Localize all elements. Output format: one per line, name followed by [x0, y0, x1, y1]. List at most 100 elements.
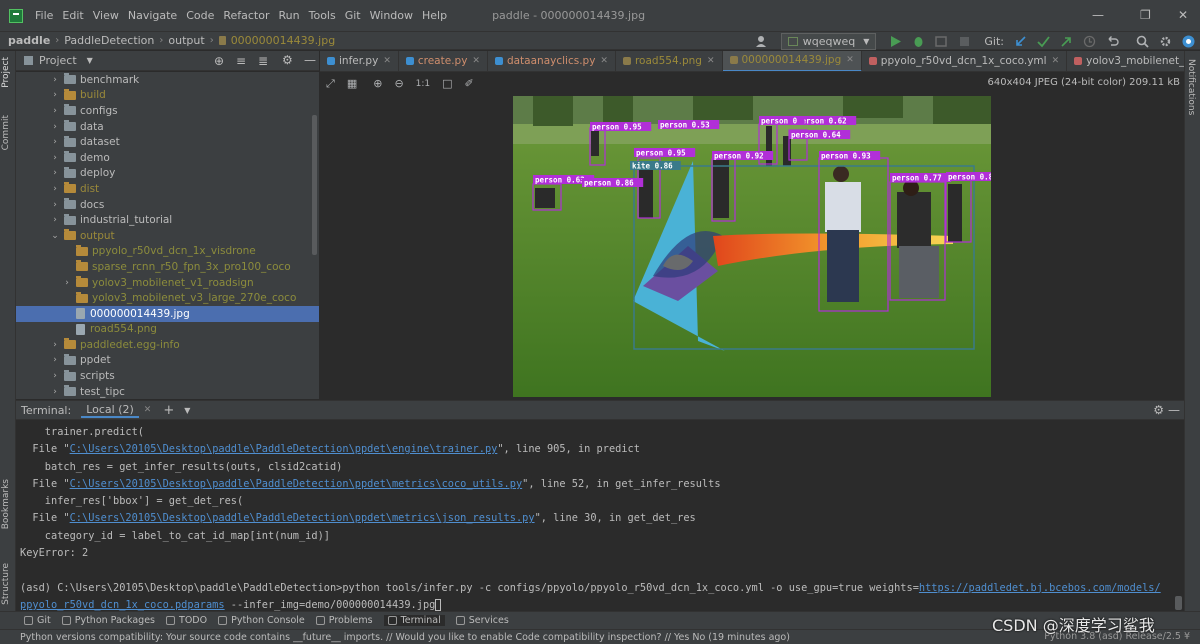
hide-panel-icon[interactable]: — — [304, 53, 316, 67]
close-icon[interactable]: ✕ — [1178, 8, 1188, 22]
side-tab-structure[interactable]: Structure — [1, 563, 11, 605]
chevron-down-icon[interactable]: ▼ — [184, 406, 190, 415]
close-icon[interactable]: ✕ — [383, 56, 391, 66]
editor-tab[interactable]: 000000014439.jpg ✕ — [722, 51, 862, 71]
terminal-file-link[interactable]: C:\Users\20105\Desktop\paddle\PaddleDete… — [70, 478, 523, 490]
editor-tab[interactable]: infer.py ✕ — [320, 51, 399, 71]
chevron-down-icon[interactable]: ▼ — [87, 56, 93, 65]
tree-item[interactable]: 000000014439.jpg — [16, 305, 319, 322]
menu-view[interactable]: View — [93, 9, 119, 22]
gear-icon[interactable]: ⚙ — [1153, 403, 1164, 417]
editor-tab[interactable]: ppyolo_r50vd_dcn_1x_coco.yml ✕ — [862, 51, 1068, 71]
expand-all-icon[interactable]: ≡ — [236, 54, 246, 68]
close-icon[interactable]: ✕ — [1052, 56, 1060, 66]
terminal-output[interactable]: trainer.predict( File "C:\Users\20105\De… — [16, 421, 1184, 611]
chevron-right-icon[interactable]: › — [50, 184, 60, 194]
tool-window-services[interactable]: Services — [455, 615, 509, 626]
stop-icon[interactable] — [958, 35, 971, 48]
chevron-right-icon[interactable]: › — [62, 278, 72, 288]
project-panel-title[interactable]: Project — [39, 54, 77, 67]
minimize-icon[interactable]: — — [1092, 8, 1104, 22]
breadcrumb-output[interactable]: output — [168, 34, 204, 47]
editor-tab[interactable]: yolov3_mobilenet_v1_road✕ — [1067, 51, 1184, 71]
close-icon[interactable]: ✕ — [600, 56, 608, 66]
chevron-right-icon[interactable]: › — [50, 371, 60, 381]
chevron-right-icon[interactable]: › — [50, 106, 60, 116]
tree-item[interactable]: › dist — [16, 181, 319, 197]
close-icon[interactable]: ✕ — [144, 405, 152, 415]
chevron-right-icon[interactable]: › — [50, 355, 60, 365]
side-tab-notifications[interactable]: Notifications — [1186, 59, 1196, 115]
tree-item[interactable]: › paddledet.egg-info — [16, 337, 319, 353]
menu-run[interactable]: Run — [279, 9, 300, 22]
breadcrumb-file[interactable]: 000000014439.jpg — [231, 34, 336, 47]
menu-code[interactable]: Code — [186, 9, 214, 22]
history-icon[interactable] — [1083, 35, 1096, 48]
tool-window-python-console[interactable]: Python Console — [218, 615, 305, 626]
menu-git[interactable]: Git — [345, 9, 361, 22]
gear-icon[interactable]: ⚙ — [282, 53, 293, 67]
restore-icon[interactable]: ❐ — [1140, 8, 1151, 22]
tree-item[interactable]: yolov3_mobilenet_v3_large_270e_coco — [16, 290, 319, 306]
tree-item[interactable]: road554.png — [16, 322, 319, 338]
menu-window[interactable]: Window — [370, 9, 413, 22]
tree-scrollbar[interactable] — [312, 115, 317, 255]
tool-window-problems[interactable]: Problems — [315, 615, 373, 626]
chevron-right-icon[interactable]: › — [50, 137, 60, 147]
git-push-icon[interactable] — [1060, 35, 1073, 48]
side-tab-project[interactable]: Project — [1, 57, 11, 88]
menu-tools[interactable]: Tools — [309, 9, 336, 22]
chevron-right-icon[interactable]: › — [50, 340, 60, 350]
paddle-logo-icon[interactable] — [1182, 35, 1195, 48]
collapse-all-icon[interactable]: ≣ — [258, 54, 268, 68]
terminal-session-tab[interactable]: Local (2) — [81, 403, 139, 418]
terminal-file-link[interactable]: C:\Users\20105\Desktop\paddle\PaddleDete… — [70, 443, 498, 455]
rollback-icon[interactable] — [1106, 35, 1119, 48]
editor-tab[interactable]: create.py ✕ — [399, 51, 488, 71]
editor-tab[interactable]: road554.png ✕ — [616, 51, 723, 71]
chevron-right-icon[interactable]: › — [50, 168, 60, 178]
hide-panel-icon[interactable]: — — [1168, 403, 1180, 417]
tree-item[interactable]: › test_tipc — [16, 384, 319, 399]
git-commit-icon[interactable] — [1037, 35, 1050, 48]
zoom-in-icon[interactable]: ⊕ — [373, 77, 382, 90]
tool-window-todo[interactable]: TODO — [166, 615, 207, 626]
chevron-right-icon[interactable]: › — [50, 75, 60, 85]
grid-icon[interactable]: ▦ — [347, 77, 357, 90]
menu-help[interactable]: Help — [422, 9, 447, 22]
debug-icon[interactable] — [912, 35, 925, 48]
tree-item[interactable]: › scripts — [16, 368, 319, 384]
side-tab-bookmarks[interactable]: Bookmarks — [1, 479, 11, 529]
tree-item[interactable]: › dataset — [16, 134, 319, 150]
user-icon[interactable] — [755, 35, 768, 48]
run-icon[interactable] — [889, 35, 902, 48]
close-icon[interactable]: ✕ — [707, 56, 715, 66]
terminal-file-link[interactable]: https://paddledet.bj.bcebos.com/models/ — [919, 582, 1161, 594]
run-configuration-select[interactable]: wqeqweq ▼ — [780, 33, 877, 50]
editor-tab[interactable]: dataanayclics.py ✕ — [488, 51, 616, 71]
tree-item[interactable]: › ppdet — [16, 353, 319, 369]
menu-refactor[interactable]: Refactor — [223, 9, 269, 22]
tree-item[interactable]: ppyolo_r50vd_dcn_1x_visdrone — [16, 244, 319, 260]
tree-item[interactable]: › deploy — [16, 166, 319, 182]
search-icon[interactable] — [1136, 35, 1149, 48]
chevron-down-icon[interactable]: ⌄ — [50, 231, 60, 241]
zoom-out-icon[interactable]: ⊖ — [394, 77, 403, 90]
close-icon[interactable]: ✕ — [472, 56, 480, 66]
menu-file[interactable]: File — [35, 9, 53, 22]
close-icon[interactable]: ✕ — [846, 55, 854, 65]
chevron-right-icon[interactable]: › — [50, 153, 60, 163]
status-message[interactable]: Python versions compatibility: Your sour… — [20, 632, 790, 643]
settings-icon[interactable] — [1159, 35, 1172, 48]
tree-item[interactable]: › configs — [16, 103, 319, 119]
tree-item[interactable]: › yolov3_mobilenet_v1_roadsign — [16, 275, 319, 291]
tree-item[interactable]: › demo — [16, 150, 319, 166]
tree-item[interactable]: › docs — [16, 197, 319, 213]
chevron-right-icon[interactable]: › — [50, 200, 60, 210]
breadcrumb-paddledetection[interactable]: PaddleDetection — [64, 34, 154, 47]
coverage-icon[interactable] — [935, 35, 948, 48]
chevron-right-icon[interactable]: › — [50, 215, 60, 225]
tree-item[interactable]: › industrial_tutorial — [16, 212, 319, 228]
actual-size-button[interactable]: 1:1 — [416, 79, 430, 89]
fit-to-window-icon[interactable]: ⤢ — [326, 77, 335, 91]
